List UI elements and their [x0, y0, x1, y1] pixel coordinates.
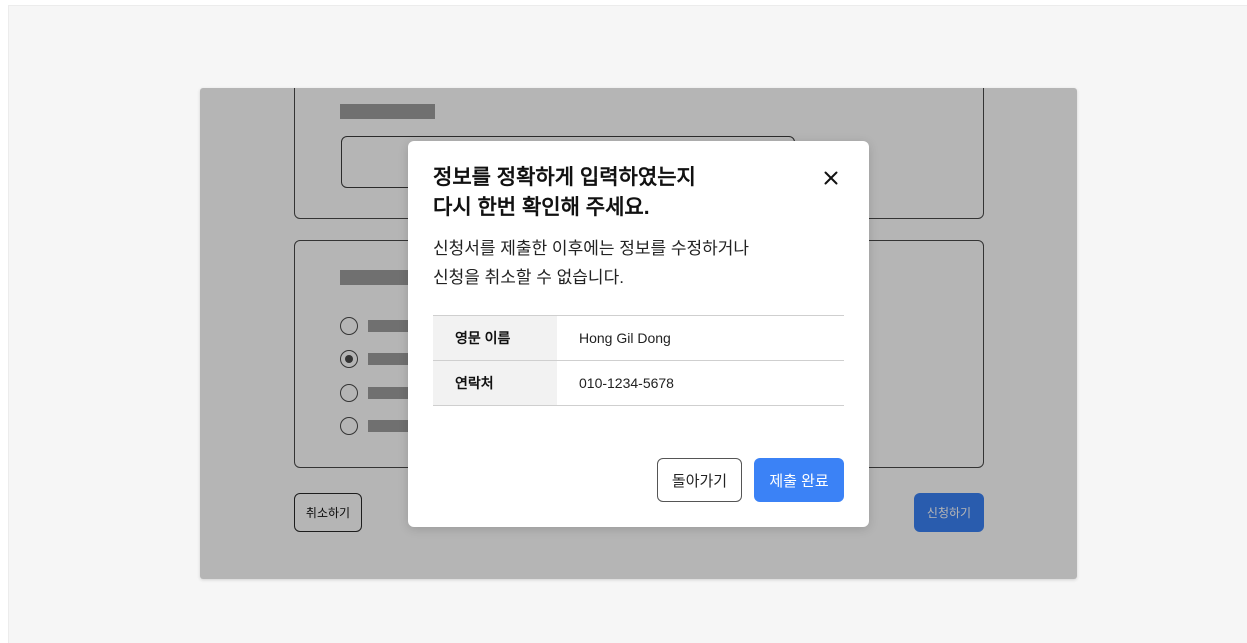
row-label: 연락처: [433, 360, 557, 406]
dialog-title: 정보를 정확하게 입력하였는지 다시 한번 확인해 주세요.: [433, 163, 793, 223]
page-canvas: 취소하기 신청하기 정보를 정확하게 입력하였는지 다시 한번 확인해 주세요.…: [8, 5, 1247, 643]
row-label: 영문 이름: [433, 315, 557, 361]
confirm-dialog: 정보를 정확하게 입력하였는지 다시 한번 확인해 주세요. 신청서를 제출한 …: [408, 141, 869, 527]
dialog-description: 신청서를 제출한 이후에는 정보를 수정하거나 신청을 취소할 수 없습니다.: [433, 234, 833, 292]
close-icon: [824, 171, 838, 185]
dialog-title-line: 다시 한번 확인해 주세요.: [433, 196, 650, 219]
dialog-title-line: 정보를 정확하게 입력하였는지: [433, 166, 696, 189]
row-value: 010-1234-5678: [579, 375, 674, 391]
submit-button[interactable]: 제출 완료: [754, 458, 844, 502]
row-value: Hong Gil Dong: [579, 330, 671, 346]
table-row: 영문 이름 Hong Gil Dong: [433, 315, 844, 361]
info-summary-table: 영문 이름 Hong Gil Dong 연락처 010-1234-5678: [433, 315, 844, 406]
table-row: 연락처 010-1234-5678: [433, 360, 844, 406]
dialog-description-line: 신청서를 제출한 이후에는 정보를 수정하거나: [433, 239, 750, 258]
dialog-description-line: 신청을 취소할 수 없습니다.: [433, 268, 624, 287]
close-button[interactable]: [818, 165, 844, 191]
back-button[interactable]: 돌아가기: [657, 458, 742, 502]
